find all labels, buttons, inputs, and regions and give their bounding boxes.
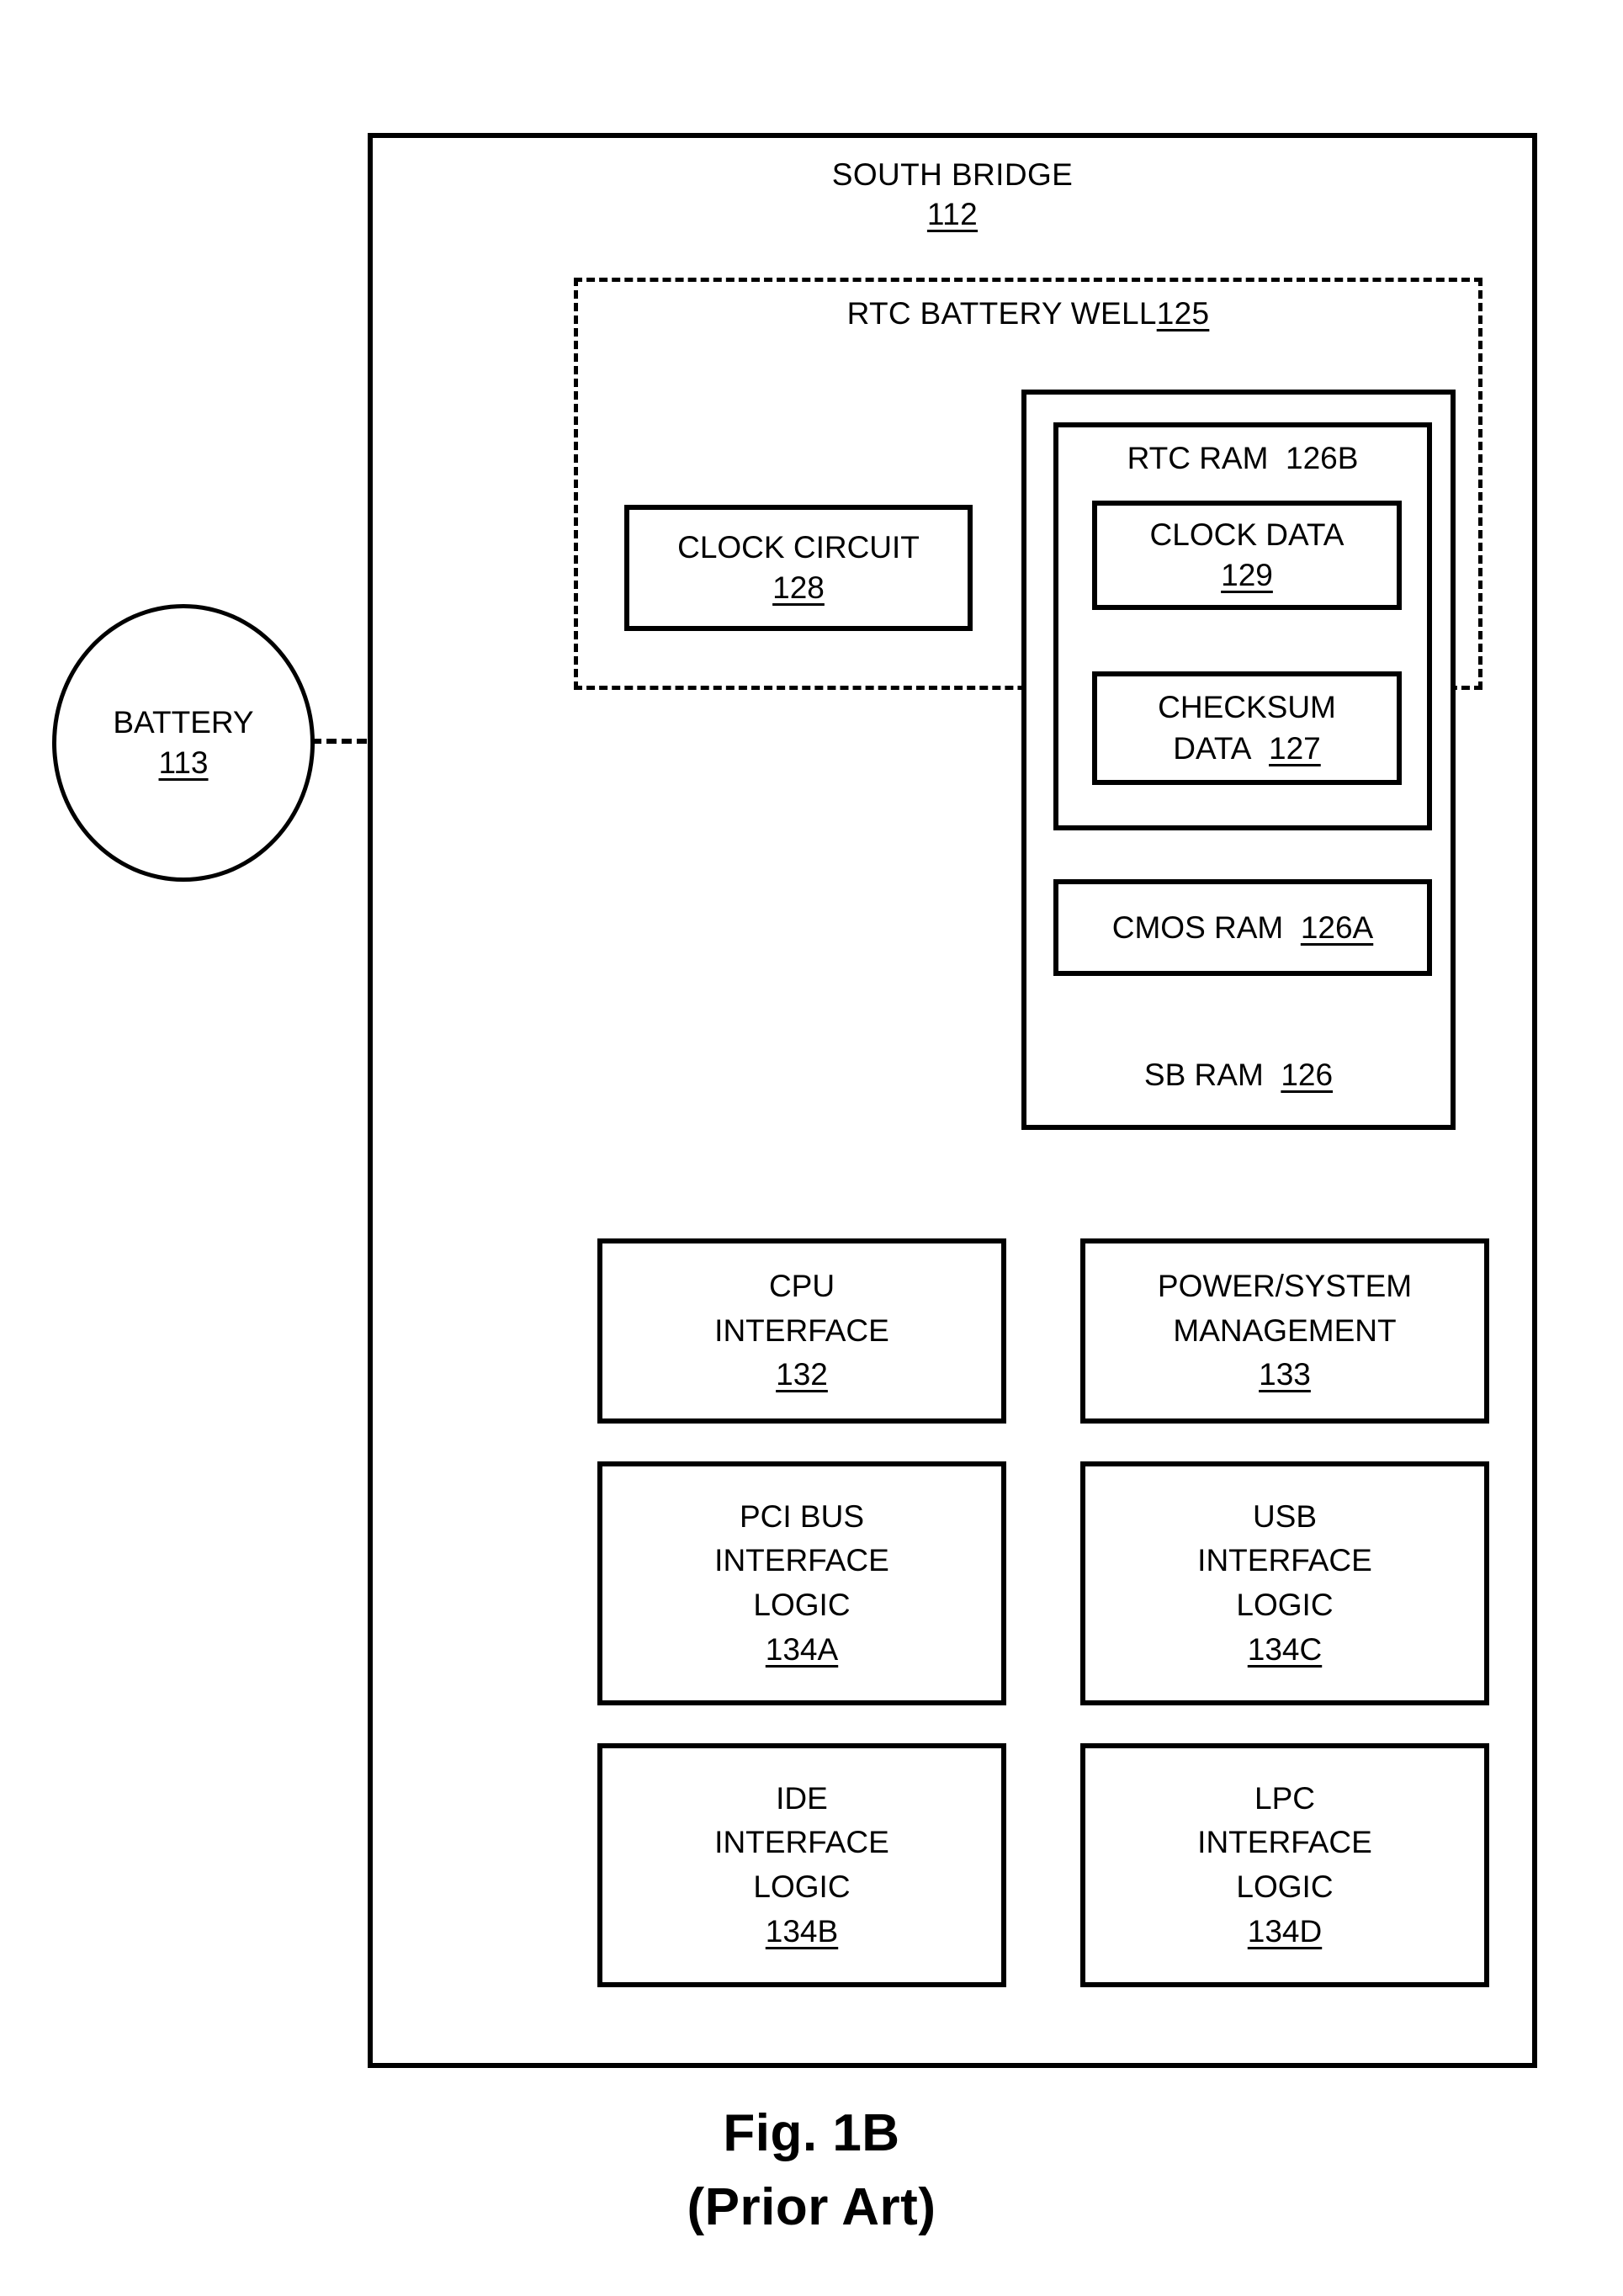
clock-data-block: CLOCK DATA 129 [1092, 501, 1402, 610]
pci-bus-interface-logic-line2: INTERFACE [714, 1543, 889, 1578]
usb-interface-logic-line3: LOGIC [1236, 1588, 1334, 1622]
battery-node: BATTERY 113 [52, 604, 315, 882]
lpc-interface-logic-reference-number: 134D [1247, 1913, 1323, 1949]
ide-interface-logic-block: IDE INTERFACE LOGIC 134B [597, 1743, 1006, 1987]
ide-interface-logic-line2: INTERFACE [714, 1825, 889, 1860]
pci-bus-interface-logic-block: PCI BUS INTERFACE LOGIC 134A [597, 1461, 1006, 1705]
pci-bus-interface-logic-reference-number: 134A [765, 1631, 839, 1667]
ide-interface-logic-line3: LOGIC [753, 1869, 851, 1904]
usb-interface-logic-block: USB INTERFACE LOGIC 134C [1080, 1461, 1489, 1705]
sb-ram-reference-number: 126 [1281, 1058, 1334, 1092]
figure-caption-line2: (Prior Art) [687, 2178, 936, 2237]
rtc-ram-label-text: RTC RAM [1127, 441, 1269, 475]
usb-interface-logic-line1: USB [1252, 1498, 1318, 1534]
cmos-ram-label: CMOS RAM [1111, 909, 1284, 945]
checksum-data-label-line2-text: DATA [1173, 730, 1252, 766]
checksum-data-block: CHECKSUM DATA 127 [1092, 671, 1402, 785]
checksum-data-label-line2: DATA 127 [1173, 729, 1320, 769]
power-system-management-block: POWER/SYSTEM MANAGEMENT 133 [1080, 1238, 1489, 1424]
lpc-interface-logic-line3: LOGIC [1236, 1869, 1334, 1904]
rtc-battery-well-label: RTC BATTERY WELL125 [578, 296, 1478, 331]
sb-ram-label: SB RAM 126 [1026, 1058, 1451, 1093]
ide-interface-logic-line1: IDE [776, 1780, 828, 1816]
cpu-interface-reference-number: 132 [776, 1357, 828, 1392]
clock-data-label: CLOCK DATA [1149, 517, 1345, 552]
usb-interface-logic-line2: INTERFACE [1197, 1543, 1372, 1578]
checksum-data-reference-number: 127 [1269, 730, 1321, 766]
rtc-ram-label: RTC RAM 126B [1058, 441, 1427, 476]
south-bridge-title-text: SOUTH BRIDGE [831, 157, 1074, 192]
lpc-interface-logic-block: LPC INTERFACE LOGIC 134D [1080, 1743, 1489, 1987]
power-system-management-line2: MANAGEMENT [1173, 1312, 1397, 1348]
cpu-interface-line1: CPU [768, 1269, 835, 1304]
pci-bus-interface-logic-line3: LOGIC [753, 1588, 851, 1622]
cmos-ram-block: CMOS RAM 126A [1053, 879, 1432, 976]
usb-interface-logic-reference-number: 134C [1247, 1631, 1323, 1667]
cpu-interface-block: CPU INTERFACE 132 [597, 1238, 1006, 1424]
battery-label: BATTERY [113, 704, 254, 740]
battery-reference-number: 113 [158, 745, 209, 780]
rtc-battery-well-reference-number: 125 [1156, 296, 1210, 331]
figure-caption: Fig. 1B (Prior Art) [0, 2097, 1623, 2245]
interface-block-grid: CPU INTERFACE 132 POWER/SYSTEM MANAGEMEN… [597, 1238, 1489, 2021]
ide-interface-logic-reference-number: 134B [765, 1913, 839, 1949]
checksum-data-label-line1: CHECKSUM [1158, 690, 1336, 725]
cmos-ram-reference-number: 126A [1300, 909, 1374, 945]
clock-circuit-label: CLOCK CIRCUIT [677, 529, 920, 565]
figure-caption-line1: Fig. 1B [723, 2104, 900, 2162]
south-bridge-reference-number: 112 [926, 197, 979, 232]
power-system-management-reference-number: 133 [1259, 1357, 1311, 1392]
sb-ram-block: RTC RAM 126B CLOCK DATA 129 CHECKSUM DAT… [1021, 390, 1456, 1130]
lpc-interface-logic-line1: LPC [1254, 1780, 1315, 1816]
rtc-battery-well-label-text: RTC BATTERY WELL [846, 296, 1157, 331]
lpc-interface-logic-line2: INTERFACE [1197, 1825, 1372, 1860]
sb-ram-label-text: SB RAM [1143, 1058, 1264, 1092]
rtc-ram-reference-number: 126B [1286, 441, 1359, 475]
clock-data-reference-number: 129 [1221, 558, 1273, 592]
power-system-management-line1: POWER/SYSTEM [1157, 1269, 1413, 1304]
pci-bus-interface-logic-line1: PCI BUS [739, 1498, 865, 1534]
clock-circuit-reference-number: 128 [772, 570, 825, 605]
clock-circuit-block: CLOCK CIRCUIT 128 [624, 505, 973, 631]
cpu-interface-line2: INTERFACE [714, 1312, 889, 1348]
south-bridge-title: SOUTH BRIDGE 112 [373, 155, 1532, 235]
rtc-ram-block: RTC RAM 126B CLOCK DATA 129 CHECKSUM DAT… [1053, 422, 1432, 830]
